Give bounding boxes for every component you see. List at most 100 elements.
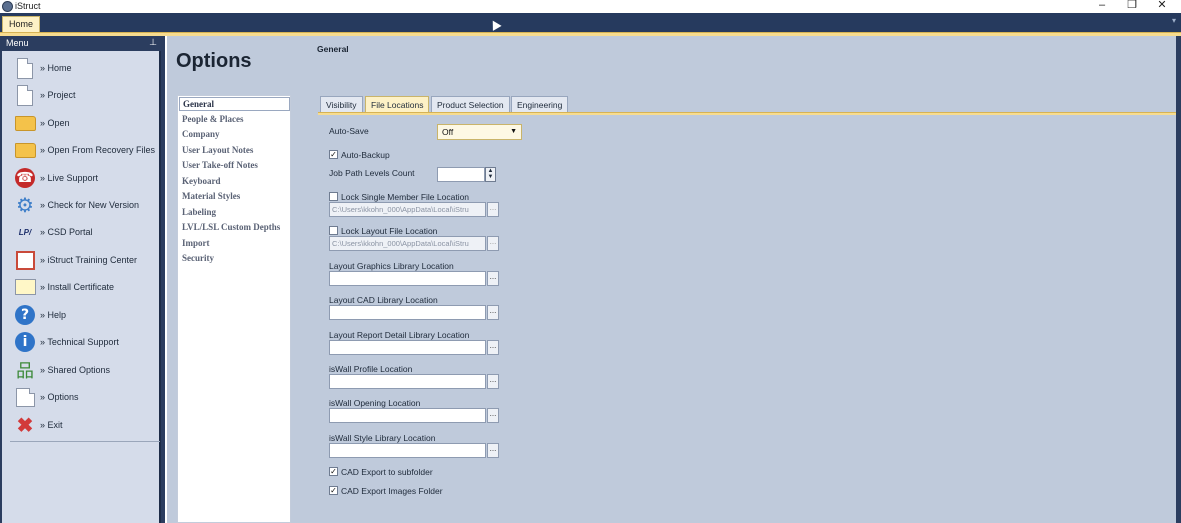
nav-item-import[interactable]: Import (182, 238, 210, 248)
menu-header: Menu (6, 38, 29, 48)
iswall-profile-browse-button[interactable]: ... (487, 374, 499, 389)
menu-item-open[interactable]: » Open (2, 110, 161, 137)
layout-graphics-input[interactable] (329, 271, 486, 286)
menu-item-exit[interactable]: ✖ » Exit (2, 412, 161, 439)
tab-product-selection[interactable]: Product Selection (431, 96, 510, 113)
iswall-opening-label: isWall Opening Location (329, 398, 421, 408)
tab-home[interactable]: Home (2, 16, 41, 32)
lock-layout-checkbox[interactable] (329, 226, 338, 235)
layout-report-label: Layout Report Detail Library Location (329, 330, 470, 340)
menu-item-label: » Open From Recovery Files (40, 145, 156, 155)
menu-item-label: » Exit (40, 420, 63, 430)
calendar-icon (14, 249, 36, 271)
auto-save-value: Off (442, 127, 454, 137)
network-icon: 品 (16, 361, 34, 381)
document-icon (14, 84, 36, 106)
ribbon-bar: ▾ (0, 13, 1181, 32)
menu-item-install-certificate[interactable]: » Install Certificate (2, 274, 161, 301)
iswall-opening-input[interactable] (329, 408, 486, 423)
menu-item-technical-support[interactable]: i » Technical Support (2, 329, 161, 356)
menu-item-shared-options[interactable]: 品 » Shared Options (2, 357, 161, 384)
menu-item-live-support[interactable]: ☎ » Live Support (2, 165, 161, 192)
folder-icon (14, 112, 36, 134)
iswall-style-input[interactable] (329, 443, 486, 458)
lock-single-member-label: Lock Single Member File Location (341, 192, 470, 202)
menu-panel: » Home » Project » Open » Open From Reco… (2, 51, 161, 523)
pin-icon[interactable]: ⊥ (149, 37, 157, 48)
options-nav: General People & Places Company User Lay… (177, 95, 291, 523)
layout-cad-browse-button[interactable]: ... (487, 305, 499, 320)
menu-item-label: » CSD Portal (40, 227, 93, 237)
nav-item-general[interactable]: General (179, 97, 290, 111)
tab-engineering[interactable]: Engineering (511, 96, 569, 113)
iswall-profile-label: isWall Profile Location (329, 364, 413, 374)
restore-button[interactable]: ❐ (1120, 0, 1144, 12)
title-bar: iStruct – ❐ ✕ (0, 0, 1181, 13)
layout-cad-input[interactable] (329, 305, 486, 320)
menu-item-options[interactable]: » Options (2, 384, 161, 411)
menu-item-help[interactable]: ? » Help (2, 302, 161, 329)
nav-item-people-places[interactable]: People & Places (182, 114, 243, 124)
menu-item-training-center[interactable]: » iStruct Training Center (2, 247, 161, 274)
cad-export-images-label: CAD Export Images Folder (341, 486, 443, 496)
layout-cad-label: Layout CAD Library Location (329, 295, 438, 305)
job-path-levels-input[interactable] (437, 167, 485, 182)
menu-item-label: » Help (40, 310, 67, 320)
cad-export-images-checkbox[interactable]: ✓ (329, 486, 338, 495)
menu-item-label: » Install Certificate (40, 282, 115, 292)
single-member-path-field: C:\Users\kkohn_000\AppData\Local\iStru (329, 202, 486, 217)
menu-item-label: » Live Support (40, 173, 99, 183)
layout-browse-button: ... (487, 236, 499, 251)
info-icon: i (14, 331, 36, 353)
nav-item-keyboard[interactable]: Keyboard (182, 176, 221, 186)
layout-path-field: C:\Users\kkohn_000\AppData\Local\iStru (329, 236, 486, 251)
auto-save-label: Auto-Save (329, 126, 369, 136)
menu-item-label: » Technical Support (40, 337, 119, 347)
document-icon (14, 57, 36, 79)
menu-item-home[interactable]: » Home (2, 55, 161, 82)
app-icon (2, 1, 13, 12)
nav-item-security[interactable]: Security (182, 253, 214, 263)
auto-backup-checkbox[interactable]: ✓ (329, 150, 338, 159)
csd-logo-icon: LP/ (18, 227, 32, 237)
layout-graphics-browse-button[interactable]: ... (487, 271, 499, 286)
menu-item-open-recovery[interactable]: » Open From Recovery Files (2, 137, 161, 164)
single-member-browse-button: ... (487, 202, 499, 217)
nav-item-company[interactable]: Company (182, 129, 220, 139)
section-title: General (317, 44, 349, 54)
page-title: Options (176, 50, 252, 72)
layout-report-browse-button[interactable]: ... (487, 340, 499, 355)
iswall-opening-browse-button[interactable]: ... (487, 408, 499, 423)
exit-icon: ✖ (16, 414, 34, 437)
menu-item-project[interactable]: » Project (2, 82, 161, 109)
lock-single-member-checkbox[interactable] (329, 192, 338, 201)
nav-item-user-takeoff-notes[interactable]: User Take-off Notes (182, 160, 258, 170)
job-path-levels-stepper[interactable]: ▲ ▼ (485, 167, 496, 182)
layout-graphics-label: Layout Graphics Library Location (329, 261, 454, 271)
lock-layout-label: Lock Layout File Location (341, 226, 438, 236)
auto-backup-label: Auto-Backup (341, 150, 390, 160)
gear-icon: ⚙ (16, 194, 34, 217)
auto-save-select[interactable]: Off ▼ (437, 124, 522, 140)
minimize-button[interactable]: – (1090, 0, 1114, 12)
nav-item-labeling[interactable]: Labeling (182, 207, 216, 217)
menu-item-label: » Shared Options (40, 365, 111, 375)
iswall-profile-input[interactable] (329, 374, 486, 389)
tab-file-locations[interactable]: File Locations (365, 96, 430, 113)
chevron-down-icon: ▼ (510, 128, 517, 135)
ribbon-collapse-icon[interactable]: ▾ (1172, 16, 1176, 25)
nav-item-material-styles[interactable]: Material Styles (182, 191, 240, 201)
iswall-style-browse-button[interactable]: ... (487, 443, 499, 458)
help-icon: ? (14, 304, 36, 326)
cad-export-subfolder-checkbox[interactable]: ✓ (329, 467, 338, 476)
tab-visibility[interactable]: Visibility (320, 96, 363, 113)
menu-item-csd-portal[interactable]: LP/ » CSD Portal (2, 219, 161, 246)
close-button[interactable]: ✕ (1150, 0, 1174, 12)
certificate-icon (14, 276, 36, 298)
menu-divider (10, 441, 160, 442)
menu-item-label: » iStruct Training Center (40, 255, 138, 265)
menu-item-check-version[interactable]: ⚙ » Check for New Version (2, 192, 161, 219)
layout-report-input[interactable] (329, 340, 486, 355)
nav-item-user-layout-notes[interactable]: User Layout Notes (182, 145, 253, 155)
nav-item-lvl-lsl-depths[interactable]: LVL/LSL Custom Depths (182, 222, 280, 232)
